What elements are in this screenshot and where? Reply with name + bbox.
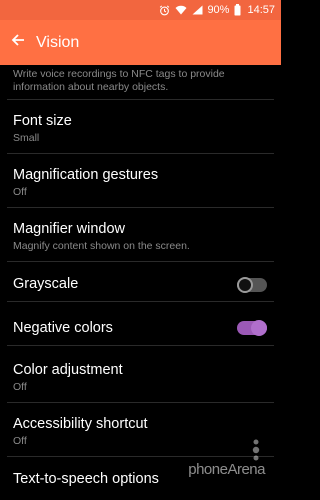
setting-label: Color adjustment: [13, 362, 123, 378]
setting-label: Accessibility shortcut: [13, 416, 148, 432]
setting-value: Off: [13, 186, 27, 198]
battery-icon: [234, 4, 241, 16]
divider: [7, 402, 274, 403]
arrow-left-icon: [11, 33, 25, 52]
setting-value: Off: [13, 381, 27, 393]
clock: 14:57: [247, 4, 275, 16]
setting-font-size[interactable]: Font size Small: [0, 112, 281, 145]
signal-icon: [192, 5, 203, 15]
wifi-icon: [175, 5, 187, 15]
app-bar: Vision: [0, 20, 281, 65]
setting-value: Off: [13, 435, 27, 447]
divider: [7, 99, 274, 100]
divider: [7, 153, 274, 154]
divider: [7, 261, 274, 262]
divider: [7, 301, 274, 302]
setting-accessibility-shortcut[interactable]: Accessibility shortcut Off: [0, 415, 281, 448]
divider: [7, 345, 274, 346]
setting-magnification-gestures[interactable]: Magnification gestures Off: [0, 166, 281, 199]
battery-percentage: 90%: [207, 4, 230, 16]
setting-grayscale[interactable]: Grayscale: [0, 275, 281, 295]
partial-list-item[interactable]: Write voice recordings to NFC tags to pr…: [0, 65, 281, 100]
settings-list[interactable]: Write voice recordings to NFC tags to pr…: [0, 65, 281, 500]
setting-value: Small: [13, 132, 40, 144]
setting-magnifier-window[interactable]: Magnifier window Magnify content shown o…: [0, 220, 281, 253]
status-bar: 90% 14:57: [0, 0, 281, 20]
setting-color-adjustment[interactable]: Color adjustment Off: [0, 361, 281, 394]
setting-description: Magnify content shown on the screen.: [13, 240, 190, 252]
watermark-logo: phoneArena: [188, 439, 265, 478]
alarm-icon: [159, 5, 170, 16]
negative-colors-toggle[interactable]: [237, 320, 267, 336]
toggle-thumb: [237, 277, 253, 293]
setting-label: Magnifier window: [13, 221, 126, 237]
toggle-thumb: [251, 320, 267, 336]
grayscale-toggle[interactable]: [237, 277, 267, 293]
back-button[interactable]: [0, 20, 36, 65]
setting-negative-colors[interactable]: Negative colors: [0, 319, 281, 339]
setting-label: Negative colors: [13, 320, 113, 336]
divider: [7, 207, 274, 208]
divider: [7, 456, 274, 457]
page-title: Vision: [36, 33, 80, 51]
item-description: Write voice recordings to NFC tags to pr…: [13, 68, 225, 93]
setting-label: Grayscale: [13, 276, 79, 292]
setting-label: Magnification gestures: [13, 167, 159, 183]
setting-label: Font size: [13, 113, 72, 129]
logo-dots-icon: [251, 439, 261, 465]
